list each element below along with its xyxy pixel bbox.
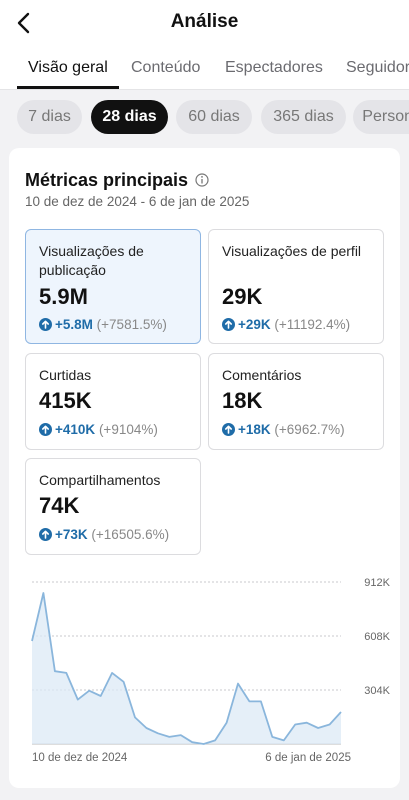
arrow-up-icon [222, 318, 235, 331]
active-tab-indicator [17, 86, 119, 89]
metric-card-comments[interactable]: Comentários 18K +18K (+6962.7%) [208, 353, 384, 450]
metric-delta: +73K [55, 527, 88, 542]
range-chip-60-days[interactable]: 60 dias [176, 100, 252, 134]
date-range-label: 10 de dez de 2024 - 6 de jan de 2025 [25, 194, 250, 209]
range-chip-custom[interactable]: Personalizado [353, 100, 409, 134]
metric-value: 18K [222, 388, 263, 413]
metric-label: Curtidas [39, 367, 92, 383]
metric-percent: (+7581.5%) [96, 317, 167, 332]
top-bar: Análise [0, 0, 409, 46]
metric-card-likes[interactable]: Curtidas 415K +410K (+9104%) [25, 353, 201, 450]
metric-label: Visualizações de perfil [222, 243, 362, 259]
metric-label: Compartilhamentos [39, 472, 161, 488]
arrow-up-icon [39, 423, 52, 436]
y-tick-label: 304K [364, 685, 390, 697]
metric-change: +29K (+11192.4%) [222, 317, 350, 332]
key-metrics-card: Métricas principais 10 de dez de 2024 - … [9, 148, 400, 788]
range-chip-7-days[interactable]: 7 dias [17, 100, 82, 134]
metric-change: +5.8M (+7581.5%) [39, 317, 167, 332]
metric-percent: (+11192.4%) [274, 317, 351, 332]
metric-delta: +18K [238, 422, 271, 437]
tab-content[interactable]: Conteúdo [131, 59, 200, 77]
arrow-up-icon [222, 423, 235, 436]
page-title: Análise [170, 11, 239, 32]
metric-percent: (+16505.6%) [91, 527, 170, 542]
metric-value: 5.9M [39, 284, 88, 309]
arrow-up-icon [39, 318, 52, 331]
tab-bar: Visão geral Conteúdo Espectadores Seguid… [0, 46, 409, 90]
metric-delta: +29K [238, 317, 271, 332]
metric-value: 415K [39, 388, 92, 413]
info-icon[interactable] [195, 173, 209, 187]
date-range-selector: 7 dias 28 dias 60 dias 365 dias Personal… [0, 100, 409, 136]
metric-card-profile-views[interactable]: Visualizações de perfil 29K +29K (+11192… [208, 229, 384, 344]
metric-card-shares[interactable]: Compartilhamentos 74K +73K (+16505.6%) [25, 458, 201, 555]
tab-overview[interactable]: Visão geral [28, 59, 108, 77]
tab-followers[interactable]: Seguidores [346, 59, 409, 77]
views-area-chart[interactable]: 912K 608K 304K 10 de dez de 2024 6 de jan de… [19, 573, 394, 788]
metric-change: +18K (+6962.7%) [222, 422, 345, 437]
metric-delta: +410K [55, 422, 96, 437]
metric-label: Visualizações de publicação [39, 243, 144, 278]
metric-card-post-views[interactable]: Visualizações de publicação 5.9M +5.8M (… [25, 229, 201, 344]
y-tick-label: 912K [364, 577, 390, 589]
range-chip-28-days[interactable]: 28 dias [91, 100, 168, 134]
metric-delta: +5.8M [55, 317, 93, 332]
metric-percent: (+9104%) [98, 422, 158, 437]
arrow-up-icon [39, 528, 52, 541]
metric-change: +73K (+16505.6%) [39, 527, 169, 542]
metric-value: 29K [222, 284, 263, 309]
metric-change: +410K (+9104%) [39, 422, 158, 437]
y-tick-label: 608K [364, 631, 390, 643]
x-tick-label: 6 de jan de 2025 [265, 752, 351, 764]
metric-percent: (+6962.7%) [274, 422, 345, 437]
chart-area-fill [32, 593, 341, 744]
x-tick-label: 10 de dez de 2024 [32, 752, 128, 764]
section-title: Métricas principais [25, 170, 189, 190]
metric-label: Comentários [222, 367, 302, 383]
tab-viewers[interactable]: Espectadores [225, 59, 323, 77]
metric-value: 74K [39, 493, 80, 518]
range-chip-365-days[interactable]: 365 dias [261, 100, 346, 134]
